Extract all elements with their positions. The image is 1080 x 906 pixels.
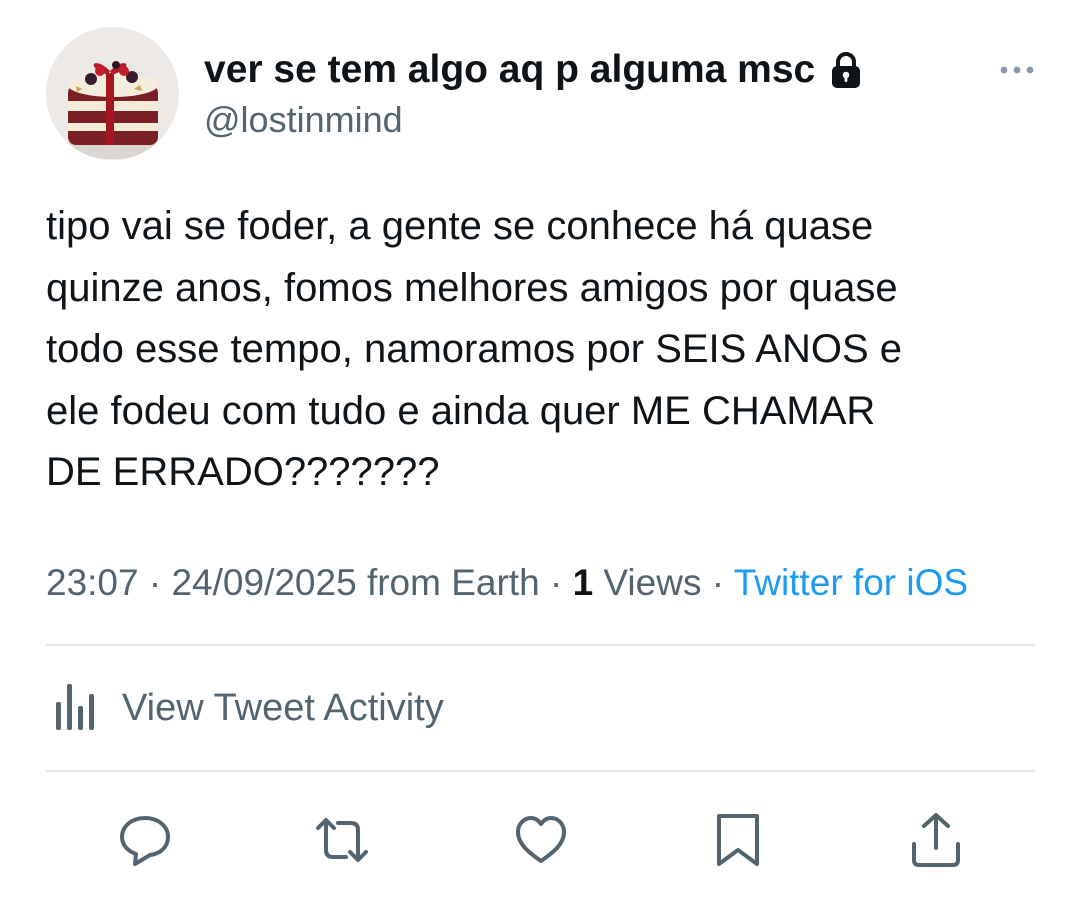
view-tweet-activity-button[interactable]: View Tweet Activity	[46, 680, 444, 736]
meta-separator: ·	[148, 562, 162, 603]
cake-avatar	[46, 27, 179, 160]
retweet-icon	[316, 818, 368, 862]
view-tweet-activity-label: View Tweet Activity	[122, 686, 444, 729]
bookmark-button[interactable]	[710, 812, 766, 868]
retweet-button[interactable]	[314, 812, 370, 868]
like-button[interactable]	[513, 812, 569, 868]
lock-icon	[827, 50, 865, 90]
views-label: Views	[603, 562, 702, 603]
tweet-text: tipo vai se foder, a gente se conhece há…	[46, 204, 902, 494]
divider	[46, 644, 1035, 646]
divider	[46, 770, 1035, 772]
views-count: 1	[572, 562, 594, 603]
tweet-source-link[interactable]: Twitter for iOS	[734, 562, 968, 603]
meta-separator: ·	[549, 562, 563, 603]
share-icon	[912, 813, 960, 867]
tweet-date[interactable]: 24/09/2025	[171, 562, 356, 603]
bookmark-icon	[717, 814, 759, 866]
more-options-icon[interactable]	[998, 60, 1036, 80]
display-name-text: ver se tem algo aq p alguma msc	[204, 48, 816, 91]
user-handle[interactable]: @lostinmind	[204, 98, 403, 142]
reply-button[interactable]	[117, 812, 173, 868]
meta-separator: ·	[711, 562, 725, 603]
meta-separator	[540, 562, 550, 603]
bar-chart-icon	[56, 684, 94, 730]
heart-icon	[516, 816, 566, 863]
tweet-meta: 23:07 · 24/09/2025 from Earth · 1 Views …	[46, 560, 968, 606]
display-name[interactable]: ver se tem algo aq p alguma msc	[204, 46, 865, 94]
share-button[interactable]	[908, 812, 964, 868]
tweet-time[interactable]: 23:07	[46, 562, 139, 603]
tweet-location: from Earth	[366, 562, 540, 603]
reply-icon	[120, 816, 170, 866]
avatar[interactable]	[46, 27, 179, 160]
